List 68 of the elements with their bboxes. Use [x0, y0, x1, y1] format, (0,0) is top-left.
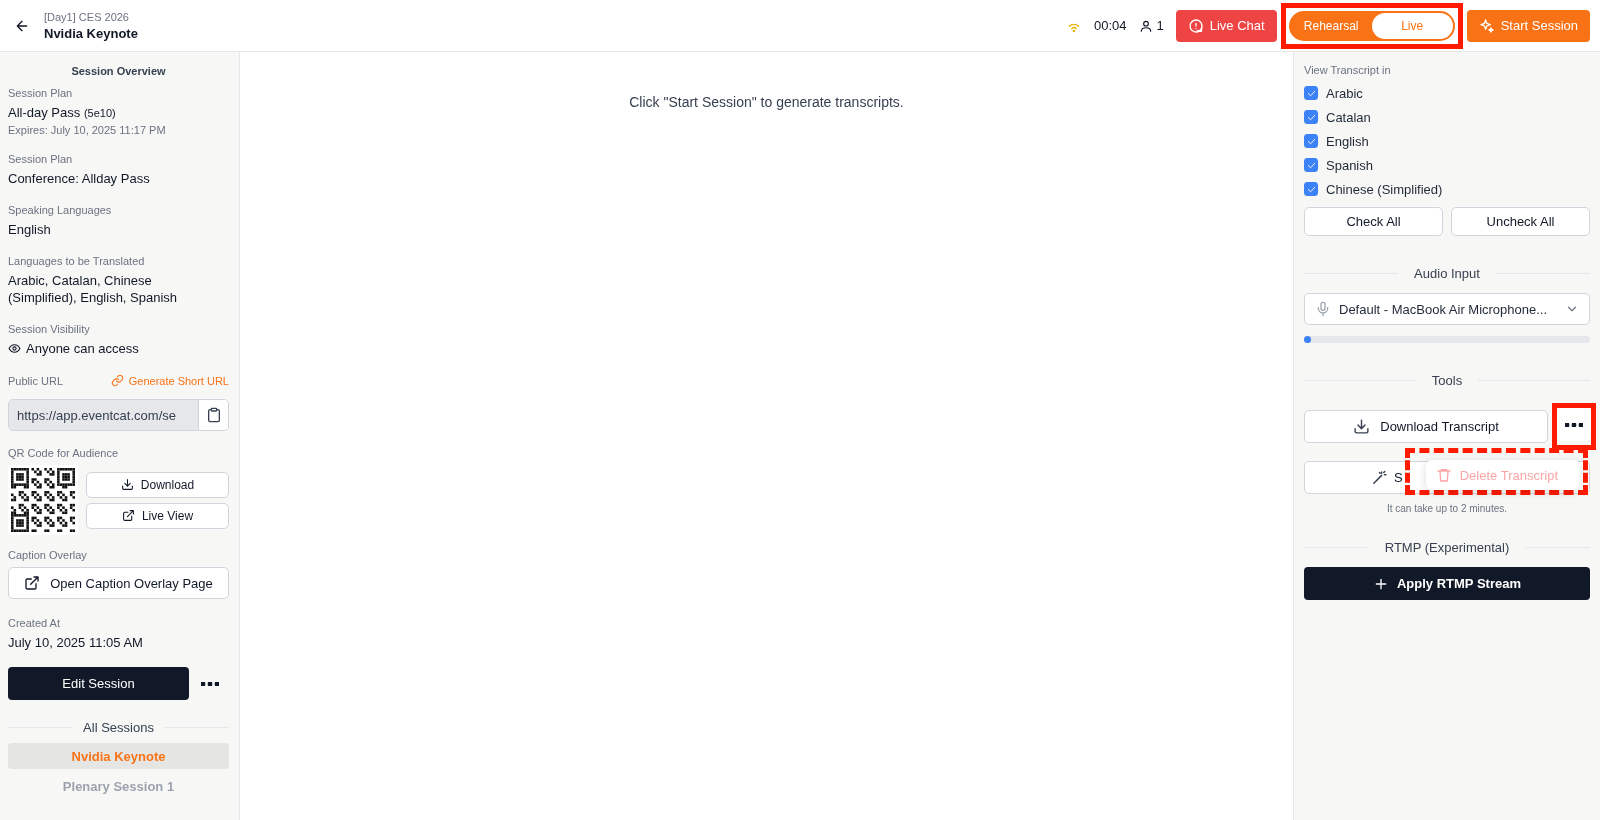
- microphone-icon: [1315, 301, 1331, 317]
- live-chat-button[interactable]: Live Chat: [1175, 9, 1277, 42]
- field-value: July 10, 2025 11:05 AM: [8, 634, 144, 651]
- audio-input-dropdown[interactable]: Default - MacBook Air Microphone...: [1304, 293, 1590, 325]
- field-label: View Transcript in: [1304, 64, 1392, 76]
- more-dots-icon: [201, 681, 219, 686]
- more-dots-icon: [1565, 422, 1583, 427]
- field-label: Speaking Languages: [8, 204, 113, 216]
- download-icon: [120, 478, 134, 491]
- checkbox-label: Spanish: [1326, 157, 1373, 173]
- field-label: Session Visibility: [8, 323, 91, 335]
- external-link-icon: [24, 575, 41, 591]
- apply-rtmp-stream-button[interactable]: Apply RTMP Stream: [1304, 567, 1590, 600]
- hint-text: It can take up to 2 minutes.: [1385, 503, 1509, 514]
- session-title: Nvidia Keynote: [44, 25, 139, 41]
- section-heading: All Sessions: [83, 720, 154, 735]
- field-value: Arabic, Catalan, Chinese (Simplified), English, Spanish: [8, 272, 179, 306]
- clipboard-icon: [205, 407, 222, 423]
- field-value: Anyone can access: [26, 340, 139, 357]
- download-icon: [1353, 418, 1371, 435]
- field-label: Caption Overlay: [8, 549, 88, 561]
- checkbox[interactable]: [1304, 182, 1318, 196]
- qr-code: [11, 468, 75, 532]
- expiry-note: Expires: July 10, 2025 11:17 PM: [8, 124, 167, 136]
- edit-session-button[interactable]: Edit Session: [8, 667, 189, 700]
- download-transcript-button[interactable]: Download Transcript: [1304, 410, 1548, 443]
- field-value: English: [8, 221, 52, 238]
- empty-state-message: Click "Start Session" to generate transcripts.: [629, 94, 904, 112]
- checkbox[interactable]: [1304, 86, 1318, 100]
- section-heading: Session Overview: [70, 65, 167, 77]
- plan-code: (5e10): [83, 107, 116, 119]
- link-icon: [110, 374, 124, 387]
- checkbox-label: English: [1326, 133, 1369, 149]
- magic-wand-icon: [1371, 469, 1388, 486]
- checkbox-label: Chinese (Simplified): [1326, 181, 1443, 197]
- field-label: Created At: [8, 617, 61, 629]
- download-button[interactable]: Download: [86, 471, 229, 498]
- copy-button[interactable]: [198, 400, 228, 430]
- checkbox[interactable]: [1304, 134, 1318, 148]
- field-label: Languages to be Translated: [8, 255, 146, 267]
- field-label: Session Plan: [8, 87, 74, 99]
- field-label: QR Code for Audience: [8, 447, 120, 459]
- checkbox[interactable]: [1304, 158, 1318, 172]
- sparkle-icon: [1478, 17, 1495, 34]
- field-value: All-day Pass: [8, 105, 81, 120]
- checkbox[interactable]: [1304, 110, 1318, 124]
- person-icon: [1138, 18, 1153, 33]
- check-all-button[interactable]: Check All: [1304, 207, 1443, 236]
- open-caption-overlay-button[interactable]: Open Caption Overlay Page: [8, 567, 229, 599]
- checkbox-label: Arabic: [1326, 85, 1363, 101]
- chat-alert-icon: [1187, 17, 1204, 34]
- trash-icon: [1435, 467, 1452, 483]
- section-heading: Tools: [1431, 373, 1463, 388]
- live-view-button[interactable]: Live View: [86, 502, 229, 529]
- checkbox-label: Catalan: [1326, 109, 1371, 125]
- viewer-count: 1: [1156, 18, 1164, 33]
- section-heading: Audio Input: [1414, 266, 1480, 281]
- field-label: Session Plan: [8, 153, 74, 165]
- url-field[interactable]: https://app.eventcat.com/se: [8, 399, 229, 431]
- more-button[interactable]: [1557, 408, 1591, 441]
- field-value: Conference: Allday Pass: [8, 170, 151, 187]
- external-link-icon: [121, 509, 135, 522]
- field-label: Public URL: [8, 374, 64, 387]
- timer: 00:04: [1093, 18, 1127, 33]
- section-heading: RTMP (Experimental): [1384, 540, 1510, 555]
- uncheck-all-button[interactable]: Uncheck All: [1451, 207, 1590, 236]
- eye-icon: [8, 342, 21, 355]
- breadcrumb: [Day1] CES 2026: [44, 10, 130, 23]
